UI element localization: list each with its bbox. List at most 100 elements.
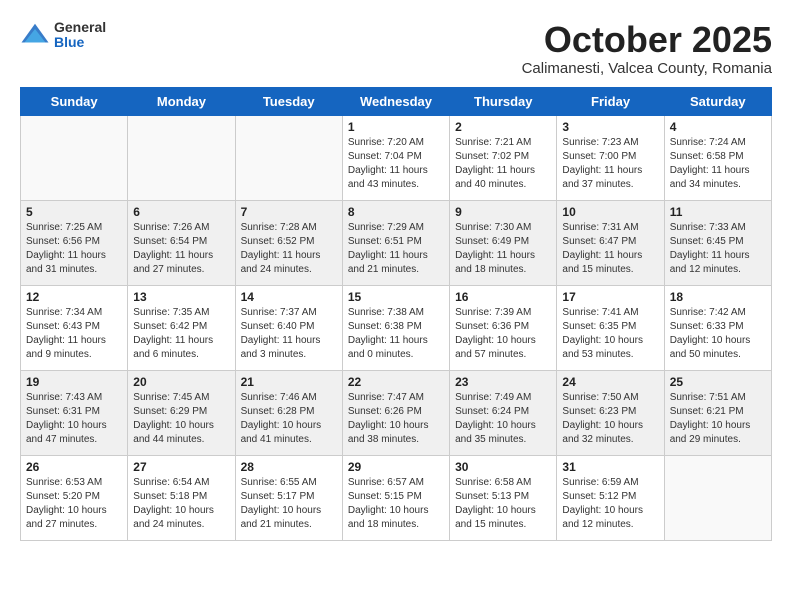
day-number: 24 bbox=[562, 375, 658, 389]
calendar-week-row: 12 Sunrise: 7:34 AM Sunset: 6:43 PM Dayli… bbox=[21, 285, 772, 370]
day-number: 19 bbox=[26, 375, 122, 389]
day-number: 2 bbox=[455, 120, 551, 134]
day-info: Sunrise: 7:28 AM Sunset: 6:52 PM Dayligh… bbox=[241, 221, 337, 277]
logo-blue-label: Blue bbox=[54, 35, 106, 50]
day-number: 3 bbox=[562, 120, 658, 134]
day-info: Sunrise: 7:47 AM Sunset: 6:26 PM Dayligh… bbox=[348, 391, 444, 447]
day-info: Sunrise: 7:25 AM Sunset: 6:56 PM Dayligh… bbox=[26, 221, 122, 277]
calendar-day-cell: 22Sunrise: 7:47 AM Sunset: 6:26 PM Dayli… bbox=[342, 370, 449, 455]
calendar-day-cell: 21Sunrise: 7:46 AM Sunset: 6:28 PM Dayli… bbox=[235, 370, 342, 455]
day-number: 13 bbox=[133, 290, 229, 304]
calendar-day-cell: 8 Sunrise: 7:29 AM Sunset: 6:51 PM Daylig… bbox=[342, 200, 449, 285]
calendar-day-cell: 19 Sunrise: 7:43 AM Sunset: 6:31 PM Dayli… bbox=[21, 370, 128, 455]
day-number: 31 bbox=[562, 460, 658, 474]
calendar-day-cell: 26 Sunrise: 6:53 AM Sunset: 5:20 PM Dayli… bbox=[21, 455, 128, 540]
calendar-week-row: 26 Sunrise: 6:53 AM Sunset: 5:20 PM Dayli… bbox=[21, 455, 772, 540]
page-header: General Blue October 2025 Calimanesti, V… bbox=[20, 20, 772, 77]
calendar-day-cell: 6 Sunrise: 7:26 AM Sunset: 6:54 PM Daylig… bbox=[128, 200, 235, 285]
calendar-day-cell: 12 Sunrise: 7:34 AM Sunset: 6:43 PM Dayli… bbox=[21, 285, 128, 370]
day-info: Sunrise: 6:57 AM Sunset: 5:15 PM Dayligh… bbox=[348, 476, 444, 532]
calendar-day-cell: 18Sunrise: 7:42 AM Sunset: 6:33 PM Dayli… bbox=[664, 285, 771, 370]
calendar-day-cell: 15 Sunrise: 7:38 AM Sunset: 6:38 PM Dayli… bbox=[342, 285, 449, 370]
day-number: 6 bbox=[133, 205, 229, 219]
day-info: Sunrise: 7:41 AM Sunset: 6:35 PM Dayligh… bbox=[562, 306, 658, 362]
day-info: Sunrise: 7:26 AM Sunset: 6:54 PM Dayligh… bbox=[133, 221, 229, 277]
day-number: 15 bbox=[348, 290, 444, 304]
day-number: 21 bbox=[241, 375, 337, 389]
calendar-day-cell: 23 Sunrise: 7:49 AM Sunset: 6:24 PM Dayli… bbox=[450, 370, 557, 455]
day-number: 27 bbox=[133, 460, 229, 474]
day-number: 16 bbox=[455, 290, 551, 304]
calendar-day-cell: 17 Sunrise: 7:41 AM Sunset: 6:35 PM Dayli… bbox=[557, 285, 664, 370]
logo-general-label: General bbox=[54, 20, 106, 35]
day-info: Sunrise: 7:51 AM Sunset: 6:21 PM Dayligh… bbox=[670, 391, 766, 447]
day-info: Sunrise: 6:53 AM Sunset: 5:20 PM Dayligh… bbox=[26, 476, 122, 532]
calendar-day-cell: 29 Sunrise: 6:57 AM Sunset: 5:15 PM Dayli… bbox=[342, 455, 449, 540]
day-number: 18 bbox=[670, 290, 766, 304]
calendar-day-cell: 1 Sunrise: 7:20 AM Sunset: 7:04 PM Daylig… bbox=[342, 115, 449, 200]
calendar-day-cell: 31 Sunrise: 6:59 AM Sunset: 5:12 PM Dayli… bbox=[557, 455, 664, 540]
calendar-day-cell: 20Sunrise: 7:45 AM Sunset: 6:29 PM Dayli… bbox=[128, 370, 235, 455]
calendar-day-cell: 25 Sunrise: 7:51 AM Sunset: 6:21 PM Dayli… bbox=[664, 370, 771, 455]
day-info: Sunrise: 7:23 AM Sunset: 7:00 PM Dayligh… bbox=[562, 136, 658, 192]
calendar-day-cell: 13Sunrise: 7:35 AM Sunset: 6:42 PM Dayli… bbox=[128, 285, 235, 370]
day-number: 30 bbox=[455, 460, 551, 474]
weekday-header-wednesday: Wednesday bbox=[342, 87, 449, 115]
calendar-day-cell bbox=[235, 115, 342, 200]
calendar-day-cell: 4 Sunrise: 7:24 AM Sunset: 6:58 PM Daylig… bbox=[664, 115, 771, 200]
calendar-day-cell: 9Sunrise: 7:30 AM Sunset: 6:49 PM Daylig… bbox=[450, 200, 557, 285]
day-info: Sunrise: 7:39 AM Sunset: 6:36 PM Dayligh… bbox=[455, 306, 551, 362]
day-info: Sunrise: 7:31 AM Sunset: 6:47 PM Dayligh… bbox=[562, 221, 658, 277]
calendar-day-cell bbox=[128, 115, 235, 200]
day-info: Sunrise: 7:21 AM Sunset: 7:02 PM Dayligh… bbox=[455, 136, 551, 192]
day-info: Sunrise: 7:43 AM Sunset: 6:31 PM Dayligh… bbox=[26, 391, 122, 447]
calendar-day-cell: 28Sunrise: 6:55 AM Sunset: 5:17 PM Dayli… bbox=[235, 455, 342, 540]
weekday-header-thursday: Thursday bbox=[450, 87, 557, 115]
calendar-day-cell: 16 Sunrise: 7:39 AM Sunset: 6:36 PM Dayli… bbox=[450, 285, 557, 370]
day-number: 10 bbox=[562, 205, 658, 219]
calendar-day-cell: 27 Sunrise: 6:54 AM Sunset: 5:18 PM Dayli… bbox=[128, 455, 235, 540]
day-info: Sunrise: 7:49 AM Sunset: 6:24 PM Dayligh… bbox=[455, 391, 551, 447]
day-info: Sunrise: 6:59 AM Sunset: 5:12 PM Dayligh… bbox=[562, 476, 658, 532]
calendar-day-cell: 10 Sunrise: 7:31 AM Sunset: 6:47 PM Dayli… bbox=[557, 200, 664, 285]
weekday-header-sunday: Sunday bbox=[21, 87, 128, 115]
weekday-header-saturday: Saturday bbox=[664, 87, 771, 115]
day-number: 28 bbox=[241, 460, 337, 474]
logo-text: General Blue bbox=[54, 20, 106, 51]
logo-icon bbox=[20, 20, 50, 50]
day-info: Sunrise: 7:37 AM Sunset: 6:40 PM Dayligh… bbox=[241, 306, 337, 362]
day-number: 7 bbox=[241, 205, 337, 219]
calendar-day-cell: 30 Sunrise: 6:58 AM Sunset: 5:13 PM Dayli… bbox=[450, 455, 557, 540]
day-info: Sunrise: 7:50 AM Sunset: 6:23 PM Dayligh… bbox=[562, 391, 658, 447]
calendar-day-cell: 3 Sunrise: 7:23 AM Sunset: 7:00 PM Daylig… bbox=[557, 115, 664, 200]
month-title: October 2025 bbox=[522, 20, 772, 60]
day-info: Sunrise: 7:34 AM Sunset: 6:43 PM Dayligh… bbox=[26, 306, 122, 362]
subtitle: Calimanesti, Valcea County, Romania bbox=[522, 60, 772, 77]
day-number: 8 bbox=[348, 205, 444, 219]
day-number: 25 bbox=[670, 375, 766, 389]
day-info: Sunrise: 7:24 AM Sunset: 6:58 PM Dayligh… bbox=[670, 136, 766, 192]
calendar-week-row: 5Sunrise: 7:25 AM Sunset: 6:56 PM Daylig… bbox=[21, 200, 772, 285]
day-number: 26 bbox=[26, 460, 122, 474]
day-info: Sunrise: 7:33 AM Sunset: 6:45 PM Dayligh… bbox=[670, 221, 766, 277]
calendar-day-cell bbox=[664, 455, 771, 540]
day-info: Sunrise: 7:30 AM Sunset: 6:49 PM Dayligh… bbox=[455, 221, 551, 277]
calendar-day-cell: 5Sunrise: 7:25 AM Sunset: 6:56 PM Daylig… bbox=[21, 200, 128, 285]
calendar-table: SundayMondayTuesdayWednesdayThursdayFrid… bbox=[20, 87, 772, 541]
title-block: October 2025 Calimanesti, Valcea County,… bbox=[522, 20, 772, 77]
day-number: 12 bbox=[26, 290, 122, 304]
day-info: Sunrise: 6:58 AM Sunset: 5:13 PM Dayligh… bbox=[455, 476, 551, 532]
calendar-day-cell: 24 Sunrise: 7:50 AM Sunset: 6:23 PM Dayli… bbox=[557, 370, 664, 455]
day-number: 17 bbox=[562, 290, 658, 304]
day-number: 1 bbox=[348, 120, 444, 134]
calendar-day-cell bbox=[21, 115, 128, 200]
day-info: Sunrise: 6:54 AM Sunset: 5:18 PM Dayligh… bbox=[133, 476, 229, 532]
day-number: 4 bbox=[670, 120, 766, 134]
day-info: Sunrise: 7:20 AM Sunset: 7:04 PM Dayligh… bbox=[348, 136, 444, 192]
weekday-header-tuesday: Tuesday bbox=[235, 87, 342, 115]
day-number: 29 bbox=[348, 460, 444, 474]
day-info: Sunrise: 7:38 AM Sunset: 6:38 PM Dayligh… bbox=[348, 306, 444, 362]
logo: General Blue bbox=[20, 20, 106, 51]
day-number: 23 bbox=[455, 375, 551, 389]
day-info: Sunrise: 7:29 AM Sunset: 6:51 PM Dayligh… bbox=[348, 221, 444, 277]
